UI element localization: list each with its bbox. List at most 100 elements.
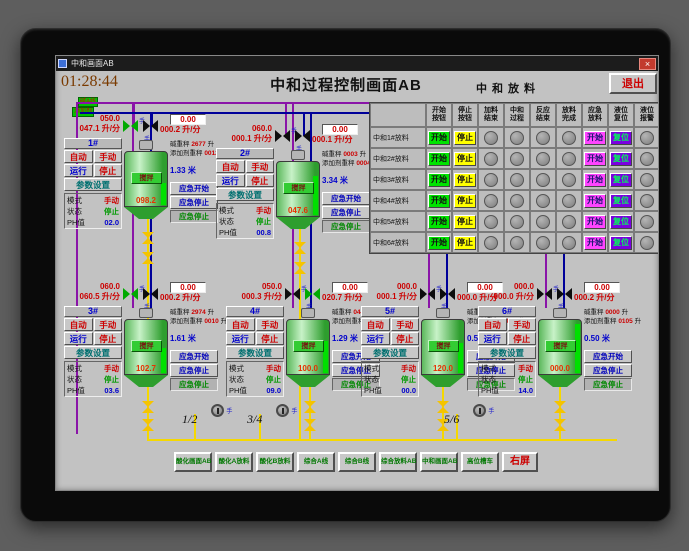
table-cell [478,190,504,211]
feed-done-lamp [484,193,498,208]
table-cell [556,211,582,232]
neutralize-lamp [510,214,524,229]
table-cell: 停止 [452,190,478,211]
table-column-header: 停止 按钮 [452,103,478,127]
discharge-done-lamp [562,172,576,187]
emergency-discharge-button[interactable]: 开始 [584,214,606,229]
table-cell: 开始 [582,169,608,190]
table-cell: 复位 [608,190,634,211]
nav-button[interactable]: 综合A线 [297,452,335,472]
discharge-pump-group: 3/4 手 [247,404,297,427]
start-button[interactable]: 开始 [428,172,450,187]
neutralize-lamp [510,193,524,208]
table-row-label: 中和4#放料 [370,190,426,211]
table-cell [556,148,582,169]
table-cell [478,148,504,169]
table-cell: 停止 [452,232,478,253]
stop-button[interactable]: 停止 [454,130,476,145]
table-column-header: 液位 报警 [634,103,658,127]
hmi-screen: 中和画面AB × 01:28:44 中和过程控制画面AB 中和放料 退出 碱A线… [55,55,659,491]
table-cell: 停止 [452,169,478,190]
table-cell: 开始 [582,127,608,148]
level-reset-button[interactable]: 复位 [610,130,632,145]
tablet-bezel: 中和画面AB × 01:28:44 中和过程控制画面AB 中和放料 退出 碱A线… [20,28,671,522]
nav-button[interactable]: 酸化画面AB [174,452,212,472]
table-cell [634,211,658,232]
pump-icon[interactable] [276,404,290,417]
nav-button[interactable]: 综合B线 [338,452,376,472]
table-column-header: 液位 复位 [608,103,634,127]
stop-button[interactable]: 停止 [454,172,476,187]
neutralize-lamp [510,130,524,145]
table-cell [530,148,556,169]
table-cell: 复位 [608,127,634,148]
start-button[interactable]: 开始 [428,151,450,166]
level-reset-button[interactable]: 复位 [610,172,632,187]
table-row-label: 中和6#放料 [370,232,426,253]
table-cell: 复位 [608,211,634,232]
neutralize-lamp [510,151,524,166]
level-alarm-lamp [640,172,654,187]
table-cell: 开始 [426,127,452,148]
table-cell [530,232,556,253]
level-alarm-lamp [640,214,654,229]
table-column-header: 应急 放料 [582,103,608,127]
table-cell [634,127,658,148]
feed-done-lamp [484,151,498,166]
table-cell [504,190,530,211]
feed-done-lamp [484,130,498,145]
stop-button[interactable]: 停止 [454,193,476,208]
nav-button[interactable]: 高位槽车 [461,452,499,472]
table-cell: 开始 [426,190,452,211]
emergency-discharge-button[interactable]: 开始 [584,193,606,208]
start-button[interactable]: 开始 [428,130,450,145]
table-cell [556,127,582,148]
emergency-discharge-button[interactable]: 开始 [584,172,606,187]
stop-button[interactable]: 停止 [454,151,476,166]
pump-icon[interactable] [211,404,225,417]
table-cell: 开始 [582,211,608,232]
neutralize-lamp [510,172,524,187]
table-cell [504,127,530,148]
table-cell: 复位 [608,148,634,169]
table-cell: 停止 [452,127,478,148]
emergency-discharge-button[interactable]: 开始 [584,235,606,250]
discharge-done-lamp [562,151,576,166]
pump-pair-label: 3/4 [247,412,263,426]
nav-button[interactable]: 中和画面AB [420,452,458,472]
table-cell [478,211,504,232]
table-column-header: 反应 结束 [530,103,556,127]
reaction-done-lamp [536,172,550,187]
batch-status-table: 开始 按钮 停止 按钮 加料 结束 中和 过程 反应 结束 放料 完成 应急 放… [369,102,658,254]
table-cell: 复位 [608,232,634,253]
level-reset-button[interactable]: 复位 [610,235,632,250]
emergency-discharge-button[interactable]: 开始 [584,151,606,166]
level-reset-button[interactable]: 复位 [610,214,632,229]
table-cell: 停止 [452,148,478,169]
stop-button[interactable]: 停止 [454,235,476,250]
table-column-header: 加料 结束 [478,103,504,127]
table-cell [634,232,658,253]
table-cell [530,211,556,232]
nav-button[interactable]: 酸化A放料 [215,452,253,472]
table-corner [370,103,426,127]
level-reset-button[interactable]: 复位 [610,193,632,208]
emergency-discharge-button[interactable]: 开始 [584,130,606,145]
start-button[interactable]: 开始 [428,235,450,250]
level-reset-button[interactable]: 复位 [610,151,632,166]
start-button[interactable]: 开始 [428,214,450,229]
nav-button[interactable]: 右屏 [502,452,538,472]
table-cell: 开始 [582,190,608,211]
start-button[interactable]: 开始 [428,193,450,208]
level-alarm-lamp [640,235,654,250]
table-cell [530,190,556,211]
stop-button[interactable]: 停止 [454,214,476,229]
feed-done-lamp [484,235,498,250]
table-cell [556,169,582,190]
nav-button[interactable]: 综合放料AB [379,452,417,472]
pump-icon[interactable] [473,404,487,417]
pump-pair-label: 5/6 [444,412,460,426]
table-row-label: 中和2#放料 [370,148,426,169]
nav-button[interactable]: 酸化B放料 [256,452,294,472]
table-cell [478,127,504,148]
